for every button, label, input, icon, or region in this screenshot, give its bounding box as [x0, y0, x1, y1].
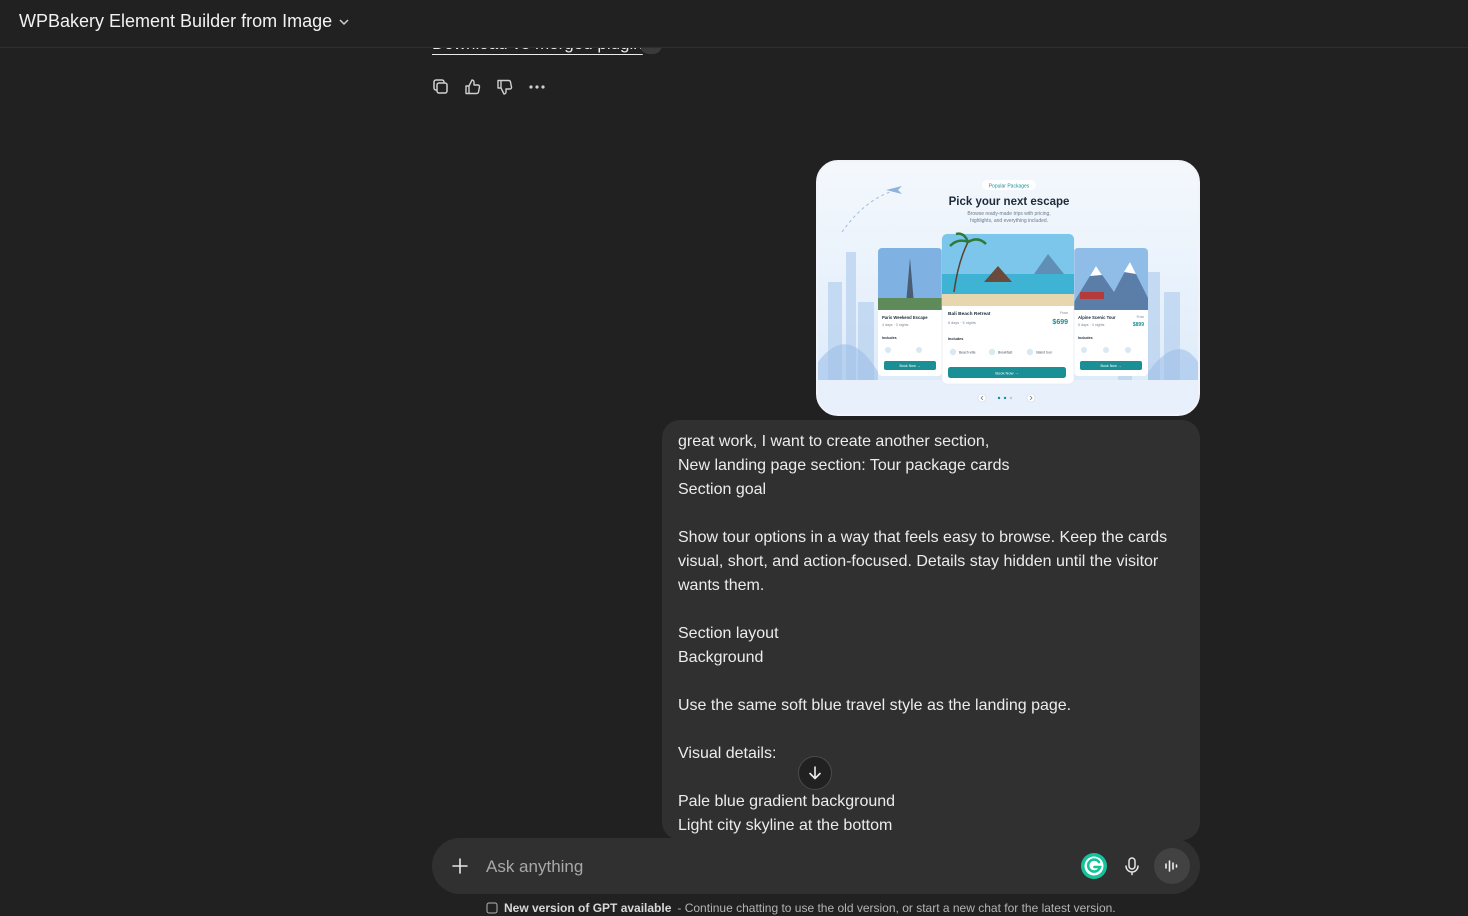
waveform-icon: [1165, 860, 1178, 872]
more-icon: [529, 85, 545, 89]
image-subheading-2: highlights, and everything included.: [970, 218, 1048, 224]
thumbs-down-icon: [497, 79, 513, 95]
card-perk: Breakfast: [998, 351, 1012, 355]
voice-mode-button[interactable]: [1154, 848, 1190, 884]
thumbs-down-button[interactable]: [496, 78, 514, 96]
card-includes: Includes: [882, 336, 897, 340]
card-price: $899: [1133, 322, 1144, 328]
chevron-down-icon: [339, 18, 349, 25]
image-badge: Popular Packages: [989, 184, 1030, 190]
card-book-button: Book Now →: [900, 364, 921, 368]
message-line: great work, I want to create another sec…: [678, 433, 990, 450]
next-arrow-icon: [1026, 393, 1036, 403]
card-from: From: [1137, 315, 1145, 319]
card-book-button: Book Now →: [995, 371, 1018, 376]
message-line: [678, 670, 1184, 694]
message-line: [678, 502, 1184, 526]
tour-cards-preview: Popular Packages Pick your next escape B…: [818, 180, 1198, 414]
card-paris: Paris Weekend Escape 4 days · 3 nights I…: [878, 248, 942, 376]
version-notice: New version of GPT available - Continue …: [486, 900, 1116, 916]
image-heading: Pick your next escape: [949, 196, 1070, 208]
card-meta: 4 days · 3 nights: [882, 323, 909, 327]
copy-button[interactable]: [432, 78, 450, 96]
prev-arrow-icon: [977, 393, 987, 403]
card-alpine: Alpine Scenic Tour From 5 days · 4 night…: [1074, 248, 1148, 376]
message-line: Light city skyline at the bottom: [678, 817, 893, 834]
copy-icon: [433, 79, 448, 94]
message-line: Background: [678, 649, 764, 666]
message-line: Section goal: [678, 481, 767, 498]
card-name: Paris Weekend Escape: [882, 315, 928, 320]
card-price: $699: [1052, 319, 1068, 326]
message-line: Visual details:: [678, 745, 777, 762]
card-bali: Bali Beach Retreat From 6 days · 5 night…: [941, 232, 1075, 385]
card-includes: Includes: [1078, 336, 1093, 340]
composer: [432, 838, 1200, 894]
card-name: Alpine Scenic Tour: [1078, 315, 1116, 320]
prompt-input[interactable]: [484, 852, 1048, 882]
card-includes: Includes: [948, 337, 963, 341]
message-line: Pale blue gradient background: [678, 793, 896, 810]
info-icon: [486, 902, 498, 914]
message-actions: [432, 78, 546, 96]
card-meta: 6 days · 5 nights: [948, 321, 976, 325]
user-message-bubble: great work, I want to create another sec…: [662, 420, 1200, 840]
message-line: [678, 766, 1184, 790]
message-line: New landing page section: Tour package c…: [678, 457, 1010, 474]
card-from: From: [1060, 311, 1068, 315]
message-line: [678, 598, 1184, 622]
message-line: visual, short, and action-focused. Detai…: [678, 553, 1159, 570]
version-notice-text: - Continue chatting to use the old versi…: [677, 901, 1116, 915]
thumbs-up-button[interactable]: [464, 78, 482, 96]
arrow-down-icon: [809, 766, 821, 780]
message-line: wants them.: [678, 577, 765, 594]
message-line: [678, 718, 1184, 742]
message-line: Section layout: [678, 625, 779, 642]
microphone-icon[interactable]: [1122, 856, 1142, 876]
card-meta: 5 days · 4 nights: [1078, 323, 1105, 327]
grammarly-icon[interactable]: [1080, 852, 1108, 880]
top-bar: WPBakery Element Builder from Image: [0, 0, 1468, 48]
more-button[interactable]: [528, 78, 546, 96]
message-line: Show tour options in a way that feels ea…: [678, 529, 1168, 546]
card-name: Bali Beach Retreat: [948, 311, 991, 317]
version-notice-title: New version of GPT available: [504, 901, 672, 915]
image-subheading-1: Browse ready-made trips with pricing,: [967, 211, 1050, 217]
scroll-to-bottom-button[interactable]: [798, 756, 832, 790]
message-line: Use the same soft blue travel style as t…: [678, 697, 1072, 714]
page-title: WPBakery Element Builder from Image: [19, 11, 333, 31]
model-title-menu[interactable]: WPBakery Element Builder from Image: [19, 11, 350, 32]
card-perk: Island tour: [1036, 351, 1053, 355]
thumbs-up-icon: [465, 79, 481, 95]
card-perk: Beach villa: [959, 351, 976, 355]
card-book-button: Book Now →: [1101, 364, 1122, 368]
attached-image[interactable]: Popular Packages Pick your next escape B…: [816, 160, 1200, 416]
plus-icon[interactable]: [450, 856, 470, 876]
